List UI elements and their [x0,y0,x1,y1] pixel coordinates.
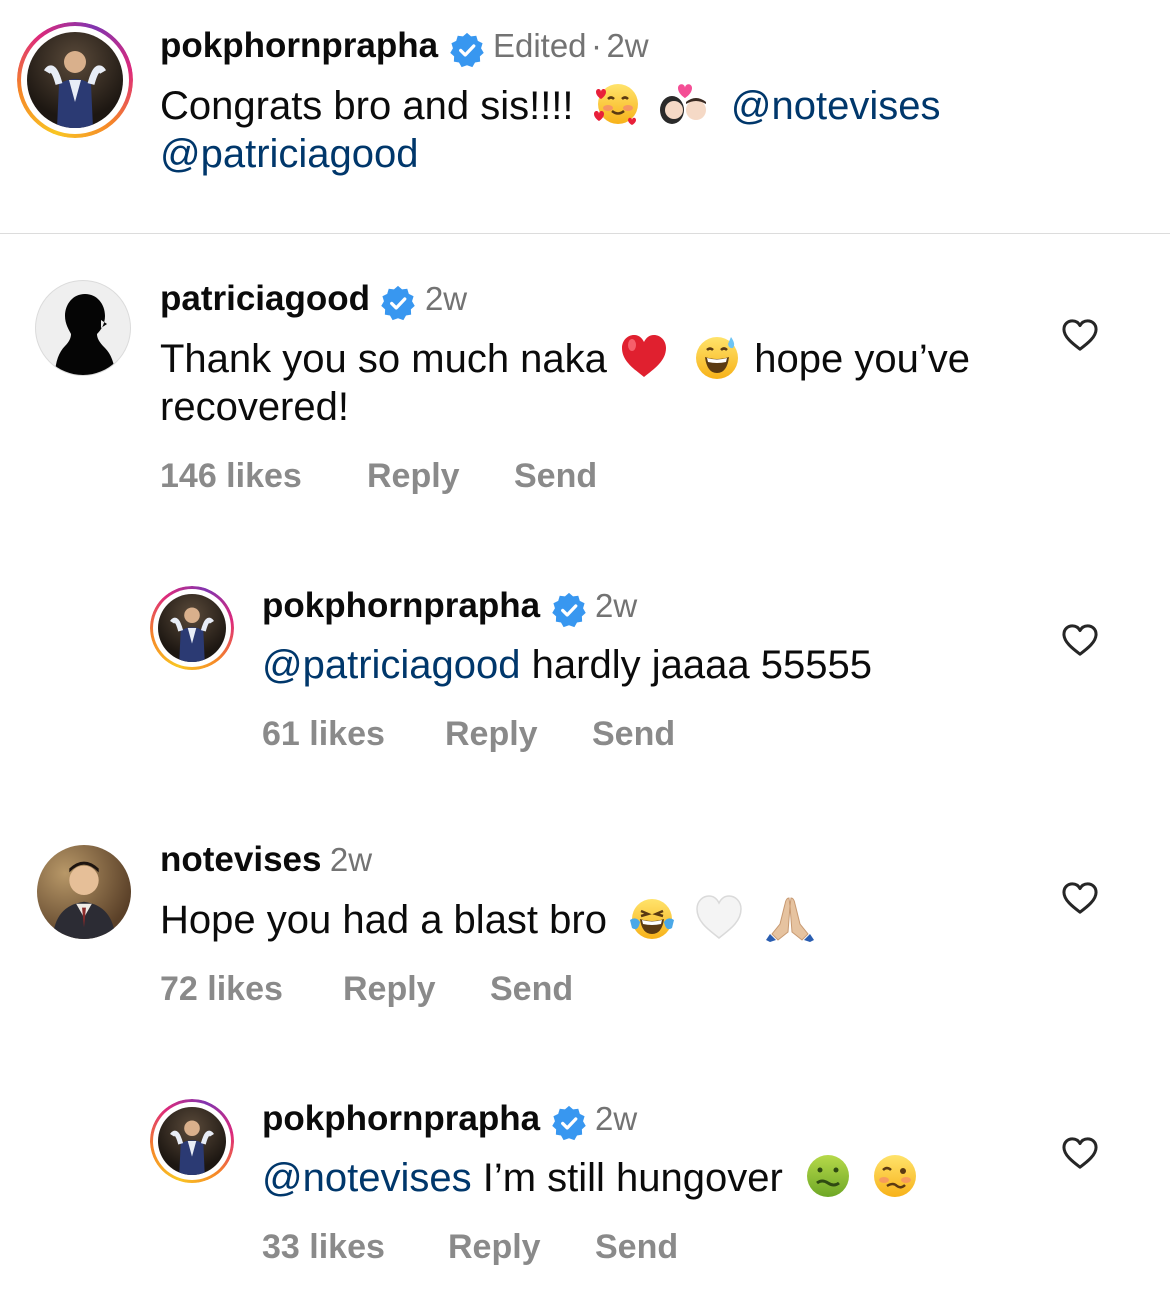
avatar-photo [27,32,123,128]
verified-badge-icon [551,1105,587,1141]
divider [0,233,1170,234]
comment-text-line1: @patriciagood hardly jaaaa 55555 [262,641,872,689]
comment-avatar[interactable] [37,845,131,939]
comment-header: patriciagood 2w [160,279,467,323]
comment-header: pokphornprapha 2w [262,586,637,630]
comment-text: Thank you so much naka [160,337,607,381]
likes-count[interactable]: 61 likes [262,715,385,754]
timestamp: 2w [606,27,649,64]
mention-link[interactable]: @notevises [731,84,941,128]
heart-outline-icon[interactable] [1061,881,1099,915]
nauseated-face-icon [806,1155,849,1198]
tears-of-joy-icon [630,899,675,940]
verified-badge-icon [449,32,485,68]
heart-outline-icon[interactable] [1061,1136,1099,1170]
username[interactable]: pokphornprapha [160,26,438,65]
person-figure-icon [170,1120,214,1175]
send-button[interactable]: Send [592,715,675,754]
reply-button[interactable]: Reply [445,715,538,754]
caption-text: Congrats bro and sis!!!! [160,84,574,128]
caption-text-line1: Congrats bro and sis!!!! @notevises [160,82,941,132]
meta-separator: · [591,27,602,64]
white-heart-icon [696,895,742,940]
smiling-face-with-hearts-icon [593,84,638,126]
comment-text: Hope you had a blast bro [160,898,607,942]
reply-button[interactable]: Reply [367,457,460,496]
timestamp: 2w [424,280,468,317]
grinning-sweat-icon [696,337,739,380]
heart-outline-icon[interactable] [1061,318,1099,352]
comment-text-line1: @notevises I’m still hungover [262,1154,921,1204]
heart-outline-icon[interactable] [1061,623,1099,657]
person-figure-icon [170,607,214,662]
comment-actions: 72 likes Reply Send [160,970,760,1010]
caption-text-line2: @patriciagood [160,130,419,178]
comment-text: recovered! [160,385,349,429]
likes-count[interactable]: 146 likes [160,457,302,496]
verified-badge-icon [551,592,587,628]
send-button[interactable]: Send [514,457,597,496]
avatar-photo [158,594,226,662]
comment-actions: 61 likes Reply Send [262,715,862,755]
comment-text-line1: Hope you had a blast bro [160,895,818,946]
reply-button[interactable]: Reply [448,1228,541,1267]
mention-link[interactable]: @patriciagood [262,643,521,687]
timestamp: 2w [594,587,638,624]
timestamp: 2w [594,1100,638,1137]
likes-count[interactable]: 72 likes [160,970,283,1009]
username[interactable]: pokphornprapha [262,1099,540,1138]
comment-text: I’m still hungover [471,1156,783,1200]
caption-header: pokphornprapha Edited · 2w [160,26,649,70]
kiss-couple-icon [659,84,706,125]
silhouette-icon [55,294,115,375]
caption-avatar[interactable] [17,22,133,138]
person-figure-icon [44,51,106,128]
username[interactable]: patriciagood [160,279,370,318]
comment-actions: 146 likes Reply Send [160,457,760,497]
edited-label: Edited [492,27,587,64]
folded-hands-icon [766,897,815,943]
comment-text-line2: recovered! [160,383,349,431]
username[interactable]: pokphornprapha [262,586,540,625]
person-portrait-icon [52,861,116,939]
reply-button[interactable]: Reply [343,970,436,1009]
send-button[interactable]: Send [490,970,573,1009]
verified-badge-icon [380,285,416,321]
red-heart-icon [622,335,667,378]
comment-header: pokphornprapha 2w [262,1099,637,1143]
reply-avatar[interactable] [150,586,234,670]
timestamp: 2w [329,841,373,878]
mention-link[interactable]: @patriciagood [160,132,419,176]
comment-avatar[interactable] [35,280,131,376]
comment-text-line1: Thank you so much naka hope you’ve [160,335,970,385]
woozy-face-icon [874,1155,917,1198]
comment-header: notevises 2w [160,840,372,884]
comment-text: hope you’ve [754,337,971,381]
likes-count[interactable]: 33 likes [262,1228,385,1267]
comment-actions: 33 likes Reply Send [262,1228,862,1268]
reply-avatar[interactable] [150,1099,234,1183]
username[interactable]: notevises [160,840,321,879]
avatar-photo [158,1107,226,1175]
comment-text: hardly jaaaa 55555 [520,643,872,687]
send-button[interactable]: Send [595,1228,678,1267]
mention-link[interactable]: @notevises [262,1156,472,1200]
